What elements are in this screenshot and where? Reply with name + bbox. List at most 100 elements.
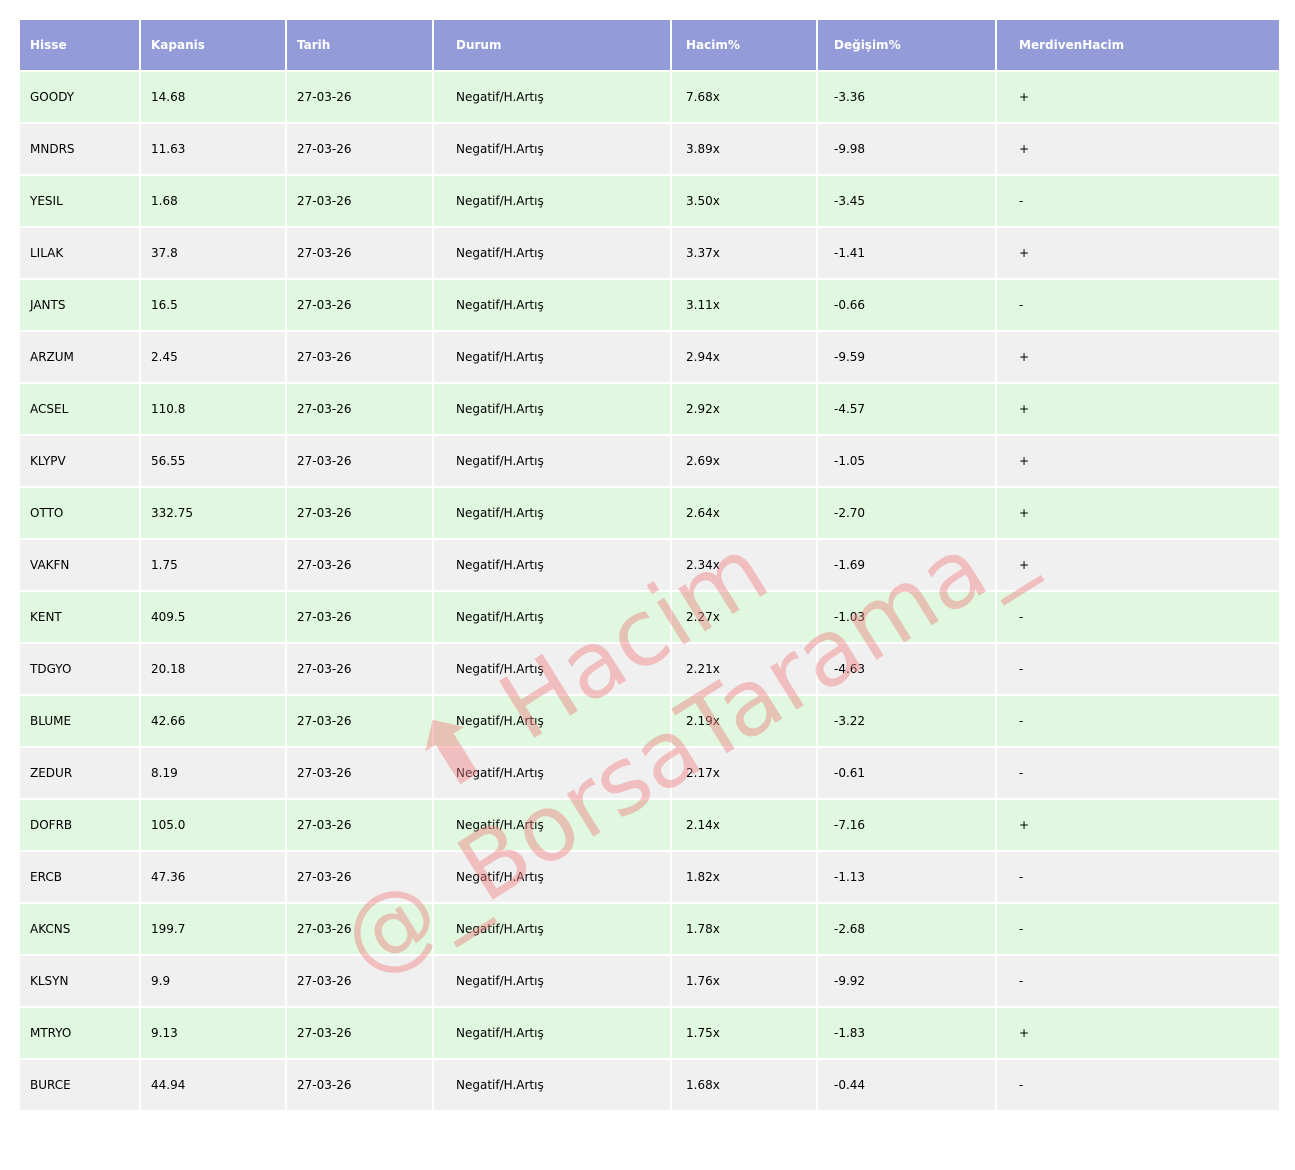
cell-change-percent: -2.70 xyxy=(816,486,997,540)
cell-close: 409.5 xyxy=(139,590,287,644)
cell-close: 9.13 xyxy=(139,1006,287,1060)
cell-status: Negatif/H.Artış xyxy=(432,70,672,124)
cell-ladder-volume: + xyxy=(995,122,1281,176)
cell-date: 27-03-26 xyxy=(285,590,434,644)
cell-status: Negatif/H.Artış xyxy=(432,382,672,436)
cell-change-percent: -0.61 xyxy=(816,746,997,800)
cell-change-percent: -4.63 xyxy=(816,642,997,696)
cell-status: Negatif/H.Artış xyxy=(432,850,672,904)
cell-status: Negatif/H.Artış xyxy=(432,1058,672,1112)
cell-status: Negatif/H.Artış xyxy=(432,486,672,540)
cell-close: 9.9 xyxy=(139,954,287,1008)
header-close: Kapanis xyxy=(139,18,287,72)
cell-ladder-volume: - xyxy=(995,954,1281,1008)
table-row: KENT 409.5 27-03-26 Negatif/H.Artış 2.27x -1.… xyxy=(18,590,1281,644)
table-row: ERCB 47.36 27-03-26 Negatif/H.Artış 1.82x -1.… xyxy=(18,850,1281,904)
cell-volume-ratio: 1.82x xyxy=(670,850,818,904)
cell-date: 27-03-26 xyxy=(285,434,434,488)
header-date: Tarih xyxy=(285,18,434,72)
header-ladder-volume: MerdivenHacim xyxy=(995,18,1281,72)
cell-date: 27-03-26 xyxy=(285,278,434,332)
table-header-row: Hisse Kapanis Tarih Durum Hacim% Değişim% Merd… xyxy=(18,18,1281,72)
cell-ticker: OTTO xyxy=(18,486,141,540)
cell-change-percent: -7.16 xyxy=(816,798,997,852)
cell-close: 11.63 xyxy=(139,122,287,176)
cell-status: Negatif/H.Artış xyxy=(432,746,672,800)
cell-change-percent: -3.22 xyxy=(816,694,997,748)
cell-change-percent: -2.68 xyxy=(816,902,997,956)
cell-volume-ratio: 7.68x xyxy=(670,70,818,124)
cell-ladder-volume: + xyxy=(995,486,1281,540)
cell-date: 27-03-26 xyxy=(285,798,434,852)
cell-status: Negatif/H.Artış xyxy=(432,434,672,488)
cell-close: 16.5 xyxy=(139,278,287,332)
cell-ticker: JANTS xyxy=(18,278,141,332)
table-row: KLYPV 56.55 27-03-26 Negatif/H.Artış 2.69x -1… xyxy=(18,434,1281,488)
cell-ticker: VAKFN xyxy=(18,538,141,592)
cell-ladder-volume: - xyxy=(995,850,1281,904)
table-row: TDGYO 20.18 27-03-26 Negatif/H.Artış 2.21x -4… xyxy=(18,642,1281,696)
table-row: ACSEL 110.8 27-03-26 Negatif/H.Artış 2.92x -4… xyxy=(18,382,1281,436)
cell-status: Negatif/H.Artış xyxy=(432,1006,672,1060)
cell-volume-ratio: 1.75x xyxy=(670,1006,818,1060)
cell-ladder-volume: + xyxy=(995,382,1281,436)
table-row: BURCE 44.94 27-03-26 Negatif/H.Artış 1.68x -0… xyxy=(18,1058,1281,1112)
header-ticker: Hisse xyxy=(18,18,141,72)
cell-volume-ratio: 3.37x xyxy=(670,226,818,280)
cell-status: Negatif/H.Artış xyxy=(432,642,672,696)
cell-ladder-volume: + xyxy=(995,538,1281,592)
cell-status: Negatif/H.Artış xyxy=(432,122,672,176)
cell-status: Negatif/H.Artış xyxy=(432,278,672,332)
cell-ladder-volume: - xyxy=(995,174,1281,228)
cell-change-percent: -0.44 xyxy=(816,1058,997,1112)
cell-date: 27-03-26 xyxy=(285,538,434,592)
cell-close: 47.36 xyxy=(139,850,287,904)
cell-status: Negatif/H.Artış xyxy=(432,174,672,228)
cell-ticker: YESIL xyxy=(18,174,141,228)
cell-volume-ratio: 2.92x xyxy=(670,382,818,436)
cell-close: 8.19 xyxy=(139,746,287,800)
header-change-percent: Değişim% xyxy=(816,18,997,72)
cell-volume-ratio: 2.94x xyxy=(670,330,818,384)
cell-close: 44.94 xyxy=(139,1058,287,1112)
cell-date: 27-03-26 xyxy=(285,1058,434,1112)
cell-ladder-volume: + xyxy=(995,226,1281,280)
cell-status: Negatif/H.Artış xyxy=(432,330,672,384)
cell-ticker: GOODY xyxy=(18,70,141,124)
cell-close: 42.66 xyxy=(139,694,287,748)
cell-status: Negatif/H.Artış xyxy=(432,902,672,956)
cell-volume-ratio: 2.19x xyxy=(670,694,818,748)
cell-date: 27-03-26 xyxy=(285,330,434,384)
cell-close: 105.0 xyxy=(139,798,287,852)
cell-change-percent: -1.05 xyxy=(816,434,997,488)
cell-volume-ratio: 2.27x xyxy=(670,590,818,644)
cell-date: 27-03-26 xyxy=(285,850,434,904)
cell-ticker: MNDRS xyxy=(18,122,141,176)
cell-ladder-volume: + xyxy=(995,434,1281,488)
cell-ticker: BURCE xyxy=(18,1058,141,1112)
cell-date: 27-03-26 xyxy=(285,746,434,800)
cell-close: 56.55 xyxy=(139,434,287,488)
stock-table: Hisse Kapanis Tarih Durum Hacim% Değişim% Merd… xyxy=(18,18,1281,1112)
cell-ticker: KENT xyxy=(18,590,141,644)
table-row: GOODY 14.68 27-03-26 Negatif/H.Artış 7.68x -3… xyxy=(18,70,1281,124)
cell-ladder-volume: + xyxy=(995,798,1281,852)
cell-status: Negatif/H.Artış xyxy=(432,538,672,592)
cell-ladder-volume: - xyxy=(995,1058,1281,1112)
table-row: OTTO 332.75 27-03-26 Negatif/H.Artış 2.64x -2… xyxy=(18,486,1281,540)
header-status: Durum xyxy=(432,18,672,72)
cell-ladder-volume: - xyxy=(995,278,1281,332)
table-row: KLSYN 9.9 27-03-26 Negatif/H.Artış 1.76x -9.9… xyxy=(18,954,1281,1008)
cell-ticker: ZEDUR xyxy=(18,746,141,800)
table-row: MTRYO 9.13 27-03-26 Negatif/H.Artış 1.75x -1.… xyxy=(18,1006,1281,1060)
cell-close: 1.75 xyxy=(139,538,287,592)
cell-change-percent: -3.45 xyxy=(816,174,997,228)
cell-close: 2.45 xyxy=(139,330,287,384)
cell-ticker: AKCNS xyxy=(18,902,141,956)
cell-volume-ratio: 3.50x xyxy=(670,174,818,228)
table-row: ZEDUR 8.19 27-03-26 Negatif/H.Artış 2.17x -0.… xyxy=(18,746,1281,800)
cell-change-percent: -1.69 xyxy=(816,538,997,592)
cell-ticker: MTRYO xyxy=(18,1006,141,1060)
cell-volume-ratio: 3.89x xyxy=(670,122,818,176)
cell-close: 37.8 xyxy=(139,226,287,280)
